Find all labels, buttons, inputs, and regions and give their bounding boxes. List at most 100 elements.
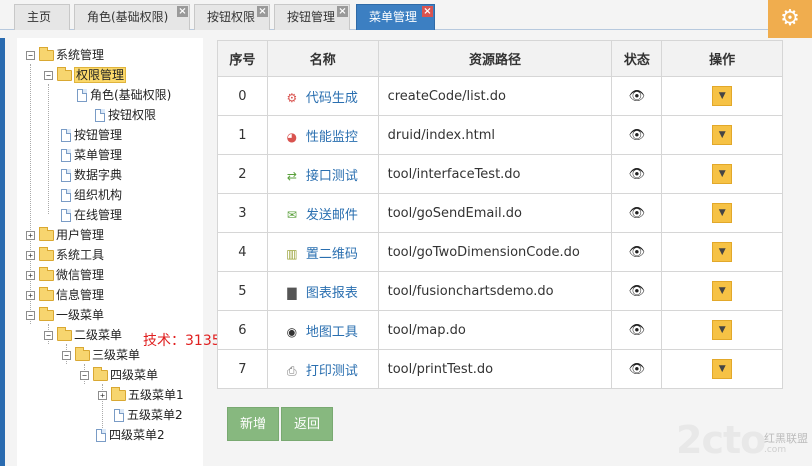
collapse-icon[interactable]: − — [44, 331, 53, 340]
tree-node-user-management[interactable]: + 用户管理 — [26, 226, 104, 244]
eye-icon[interactable]: 👁 — [629, 245, 646, 260]
cell-actions: ▼ — [661, 193, 783, 233]
caret-down-icon[interactable]: ▼ — [712, 164, 733, 184]
caret-down-icon[interactable]: ▼ — [712, 242, 733, 262]
collapse-icon[interactable]: − — [80, 371, 89, 380]
tree-node-level3[interactable]: − 三级菜单 — [62, 346, 140, 364]
folder-open-icon — [57, 327, 72, 341]
collapse-icon[interactable]: − — [62, 351, 71, 360]
menu-name-label[interactable]: 发送邮件 — [306, 208, 358, 223]
watermark-sub: 红黑联盟 — [764, 432, 808, 445]
close-icon[interactable]: × — [257, 6, 268, 17]
tab-button-management[interactable]: 按钮管理 × — [274, 4, 350, 30]
folder-open-icon — [75, 347, 90, 361]
tree-node-organization[interactable]: 组织机构 — [61, 186, 122, 204]
cell-status[interactable]: 👁 — [611, 310, 663, 350]
tree-node-level4-2[interactable]: 四级菜单2 — [96, 426, 165, 444]
tree-node-level2[interactable]: − 二级菜单 — [44, 326, 122, 344]
eye-icon[interactable]: 👁 — [629, 323, 646, 338]
cell-status[interactable]: 👁 — [611, 349, 663, 389]
tree-node-permission-management[interactable]: − 权限管理 — [44, 66, 127, 84]
caret-down-icon[interactable]: ▼ — [712, 203, 733, 223]
cell-name[interactable]: ✉ 发送邮件 — [266, 193, 379, 233]
expand-icon[interactable]: + — [26, 271, 35, 280]
cell-name[interactable]: ▇ 图表报表 — [266, 271, 379, 311]
tree-node-level5-2[interactable]: 五级菜单2 — [114, 406, 183, 424]
tree-node-button-management[interactable]: 按钮管理 — [61, 126, 122, 144]
table-row: 2 ⇄ 接口测试 tool/interfaceTest.do 👁 ▼ — [217, 154, 783, 194]
tab-button-permission[interactable]: 按钮权限 × — [194, 4, 270, 30]
cell-name[interactable]: ⇄ 接口测试 — [266, 154, 379, 194]
cell-status[interactable]: 👁 — [611, 271, 663, 311]
tree-node-system-management[interactable]: − 系统管理 — [26, 46, 104, 64]
eye-icon[interactable]: 👁 — [629, 362, 646, 377]
tree-node-label: 用户管理 — [56, 228, 105, 242]
col-header-actions: 操作 — [661, 40, 783, 77]
table-row: 5 ▇ 图表报表 tool/fusionchartsdemo.do 👁 ▼ — [217, 271, 783, 311]
caret-down-icon[interactable]: ▼ — [712, 86, 733, 106]
table-row: 0 ⚙ 代码生成 createCode/list.do 👁 ▼ — [217, 76, 783, 116]
tab-home[interactable]: 主页 — [14, 4, 70, 30]
menu-name-label[interactable]: 置二维码 — [306, 247, 358, 262]
tab-role[interactable]: 角色(基础权限) × — [74, 4, 190, 30]
file-icon — [61, 149, 71, 162]
tree-node-label: 系统管理 — [56, 48, 105, 62]
cell-status[interactable]: 👁 — [611, 193, 663, 233]
barcode-icon: ▥ — [286, 246, 298, 261]
eye-icon[interactable]: 👁 — [629, 128, 646, 143]
expand-icon[interactable]: + — [26, 291, 35, 300]
menu-name-label[interactable]: 打印测试 — [306, 364, 358, 379]
close-icon[interactable]: × — [337, 6, 348, 17]
cell-name[interactable]: ▥ 置二维码 — [266, 232, 379, 272]
caret-down-icon[interactable]: ▼ — [712, 320, 733, 340]
cell-status[interactable]: 👁 — [611, 154, 663, 194]
tab-menu-management[interactable]: 菜单管理 × — [356, 4, 435, 30]
back-button[interactable]: 返回 — [281, 407, 333, 441]
tree-node-role[interactable]: 角色(基础权限) — [77, 86, 171, 104]
cell-name[interactable]: ⚙ 代码生成 — [266, 76, 379, 116]
tree-node-info-management[interactable]: + 信息管理 — [26, 286, 104, 304]
cell-name[interactable]: ◕ 性能监控 — [266, 115, 379, 155]
tab-label: 按钮管理 — [287, 10, 336, 24]
cell-status[interactable]: 👁 — [611, 76, 663, 116]
expand-icon[interactable]: + — [26, 231, 35, 240]
tree-node-button-permission[interactable]: 按钮权限 — [95, 106, 156, 124]
caret-down-icon[interactable]: ▼ — [712, 281, 733, 301]
collapse-icon[interactable]: − — [44, 71, 53, 80]
tree-node-dictionary[interactable]: 数据字典 — [61, 166, 122, 184]
cell-status[interactable]: 👁 — [611, 232, 663, 272]
cell-name[interactable]: ◉ 地图工具 — [266, 310, 379, 350]
add-button[interactable]: 新增 — [227, 407, 279, 441]
tree-node-label: 数据字典 — [74, 168, 123, 182]
table-row: 7 ⎙ 打印测试 tool/printTest.do 👁 ▼ — [217, 349, 783, 389]
cell-name[interactable]: ⎙ 打印测试 — [266, 349, 379, 389]
tree-node-level1[interactable]: − 一级菜单 — [26, 306, 104, 324]
cell-status[interactable]: 👁 — [611, 115, 663, 155]
menu-name-label[interactable]: 代码生成 — [306, 91, 358, 106]
expand-icon[interactable]: + — [26, 251, 35, 260]
caret-down-icon[interactable]: ▼ — [712, 125, 733, 145]
tree-node-wechat-management[interactable]: + 微信管理 — [26, 266, 104, 284]
tree-line — [30, 64, 31, 324]
eye-icon[interactable]: 👁 — [629, 284, 646, 299]
eye-icon[interactable]: 👁 — [629, 206, 646, 221]
collapse-icon[interactable]: − — [26, 311, 35, 320]
eye-icon[interactable]: 👁 — [629, 167, 646, 182]
close-icon[interactable]: × — [177, 6, 188, 17]
eye-icon[interactable]: 👁 — [629, 89, 646, 104]
menu-name-label[interactable]: 性能监控 — [306, 130, 358, 145]
caret-down-icon[interactable]: ▼ — [712, 359, 733, 379]
menu-name-label[interactable]: 接口测试 — [306, 169, 358, 184]
settings-button[interactable]: ⚙ — [768, 0, 812, 38]
collapse-icon[interactable]: − — [26, 51, 35, 60]
tree-node-level4[interactable]: − 四级菜单 — [80, 366, 158, 384]
close-icon[interactable]: × — [422, 6, 433, 17]
menu-name-label[interactable]: 图表报表 — [306, 286, 358, 301]
tree-node-menu-management[interactable]: 菜单管理 — [61, 146, 122, 164]
expand-icon[interactable]: + — [98, 391, 107, 400]
table-row: 3 ✉ 发送邮件 tool/goSendEmail.do 👁 ▼ — [217, 193, 783, 233]
tree-node-level5[interactable]: + 五级菜单1 — [98, 386, 184, 404]
menu-name-label[interactable]: 地图工具 — [306, 325, 358, 340]
tree-node-online-management[interactable]: 在线管理 — [61, 206, 122, 224]
tree-node-system-tools[interactable]: + 系统工具 — [26, 246, 104, 264]
